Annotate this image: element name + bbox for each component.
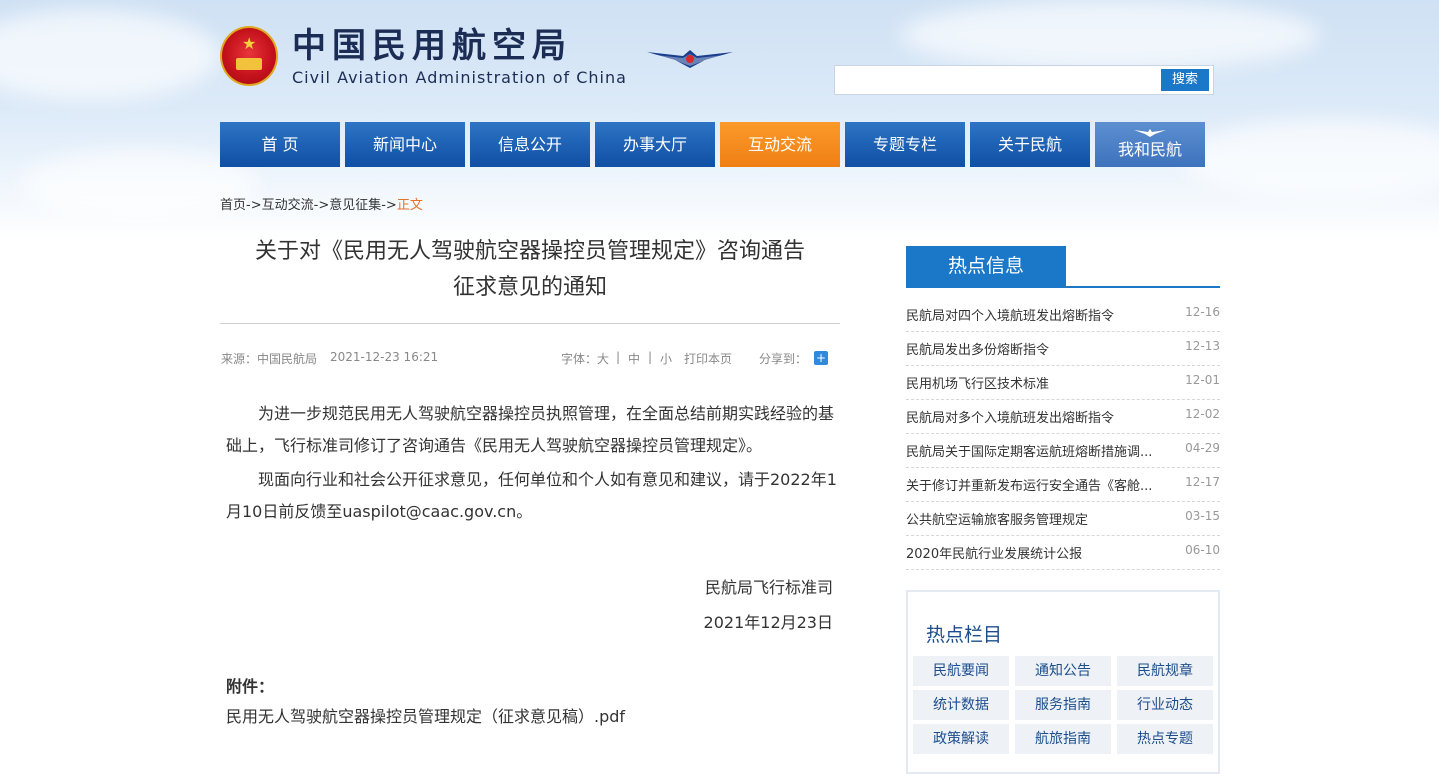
hot-info-item[interactable]: 民用机场飞行区技术标准 12-01 xyxy=(906,366,1220,400)
article-paragraph-2: 现面向行业和社会公开征求意见，任何单位和个人如有意见和建议，请于2022年1月1… xyxy=(226,470,837,521)
meta-divider: | xyxy=(648,350,653,364)
signature-date: 2021年12月23日 xyxy=(703,613,833,632)
hot-info-item-title[interactable]: 民航局对多个入境航班发出熔断指令 xyxy=(906,407,1171,426)
column-link[interactable]: 政策解读 xyxy=(913,724,1009,754)
logo-english[interactable]: Civil Aviation Administration of China xyxy=(292,68,627,87)
hot-info-item[interactable]: 公共航空运输旅客服务管理规定 03-15 xyxy=(906,502,1220,536)
hot-info-item-date: 12-13 xyxy=(1185,339,1220,353)
caac-wings-icon xyxy=(647,50,733,68)
hot-info-item[interactable]: 民航局对四个入境航班发出熔断指令 12-16 xyxy=(906,298,1220,332)
font-small-button[interactable]: 小 xyxy=(660,350,672,367)
hot-info-item-title[interactable]: 民用机场飞行区技术标准 xyxy=(906,373,1171,392)
nav-home[interactable]: 首 页 xyxy=(220,122,340,167)
breadcrumb-interaction[interactable]: 互动交流 xyxy=(262,198,314,213)
print-button[interactable]: 打印本页 xyxy=(684,350,732,367)
column-link[interactable]: 热点专题 xyxy=(1117,724,1213,754)
search-input[interactable] xyxy=(839,69,1153,93)
article-title-line2: 征求意见的通知 xyxy=(452,275,607,300)
hot-columns-title: 热点栏目 xyxy=(926,624,1003,646)
nav-special-topics[interactable]: 专题专栏 xyxy=(845,122,965,167)
search-button[interactable]: 搜索 xyxy=(1161,69,1209,91)
breadcrumb-current: 正文 xyxy=(396,198,423,213)
signature-department: 民航局飞行标准司 xyxy=(704,578,833,597)
wings-mini-icon xyxy=(1134,129,1166,137)
breadcrumb-sep: -> xyxy=(381,198,397,213)
column-link[interactable]: 航旅指南 xyxy=(1015,724,1111,754)
hot-info-title: 热点信息 xyxy=(906,246,1066,286)
column-link[interactable]: 通知公告 xyxy=(1015,656,1111,686)
hot-info-item-title[interactable]: 公共航空运输旅客服务管理规定 xyxy=(906,509,1171,528)
nav-me-and-caac[interactable]: 我和民航 xyxy=(1095,122,1205,167)
article-title: 关于对《民用无人驾驶航空器操控员管理规定》咨询通告 征求意见的通知 xyxy=(220,234,840,306)
hot-info-item-date: 04-29 xyxy=(1185,441,1220,455)
attachment-link[interactable]: 民用无人驾驶航空器操控员管理规定（征求意见稿）.pdf xyxy=(226,703,625,727)
nav-news-center[interactable]: 新闻中心 xyxy=(345,122,465,167)
hot-info-item[interactable]: 民航局关于国际定期客运航班熔断措施调... 04-29 xyxy=(906,434,1220,468)
hot-info-item-title[interactable]: 关于修订并重新发布运行安全通告《客舱... xyxy=(906,475,1171,494)
breadcrumb-home[interactable]: 首页 xyxy=(220,198,246,213)
share-plus-icon[interactable]: + xyxy=(814,351,828,365)
hot-info-item-date: 12-02 xyxy=(1185,407,1220,421)
hot-info-item[interactable]: 民航局对多个入境航班发出熔断指令 12-02 xyxy=(906,400,1220,434)
breadcrumb-sep: -> xyxy=(246,198,262,213)
nav-service-hall[interactable]: 办事大厅 xyxy=(595,122,715,167)
article-title-line1: 关于对《民用无人驾驶航空器操控员管理规定》咨询通告 xyxy=(254,239,805,264)
breadcrumb-sep: -> xyxy=(313,198,330,213)
column-link[interactable]: 服务指南 xyxy=(1015,690,1111,720)
article-source: 来源：中国民航局 xyxy=(221,352,318,366)
article-paragraph-1: 为进一步规范民用无人驾驶航空器操控员执照管理，在全面总结前期实践经验的基础上，飞… xyxy=(226,404,835,455)
hot-columns-box: 热点栏目 民航要闻 通知公告 民航规章 统计数据 服务指南 行业动态 政策解读 … xyxy=(906,590,1220,774)
hot-info-item-title[interactable]: 民航局关于国际定期客运航班熔断措施调... xyxy=(906,441,1171,460)
hot-info-list: 民航局对四个入境航班发出熔断指令 12-16 民航局发出多份熔断指令 12-13 民… xyxy=(906,298,1220,570)
column-link[interactable]: 统计数据 xyxy=(913,690,1009,720)
share-label: 分享到： xyxy=(759,352,808,366)
title-divider xyxy=(220,323,840,324)
hot-info-item[interactable]: 2020年民航行业发展统计公报 06-10 xyxy=(906,536,1220,570)
hot-info-item-title[interactable]: 民航局发出多份熔断指令 xyxy=(906,339,1171,358)
meta-divider: | xyxy=(616,350,621,364)
hot-info-underline xyxy=(906,286,1220,288)
nav-me-and-caac-label: 我和民航 xyxy=(1117,140,1182,159)
main-nav: 首 页 新闻中心 信息公开 办事大厅 互动交流 专题专栏 关于民航 我和民航 xyxy=(220,122,1205,167)
search-box: 搜索 xyxy=(834,65,1214,95)
hot-info-item-date: 12-17 xyxy=(1185,475,1220,489)
logo-chinese[interactable]: 中国民用航空局 xyxy=(292,26,572,66)
nav-info-disclosure[interactable]: 信息公开 xyxy=(470,122,590,167)
hot-info-item-date: 12-16 xyxy=(1185,305,1220,319)
breadcrumb: 首页->互动交流->意见征集->正文 xyxy=(220,194,423,213)
nav-about[interactable]: 关于民航 xyxy=(970,122,1090,167)
national-emblem-icon: ★ xyxy=(220,26,278,86)
hot-info-item-title[interactable]: 2020年民航行业发展统计公报 xyxy=(906,543,1171,562)
article-date: 2021-12-23 16:21 xyxy=(330,350,439,364)
font-large-button[interactable]: 大 xyxy=(597,350,609,367)
hot-info-item-date: 03-15 xyxy=(1185,509,1220,523)
attachment-heading: 附件： xyxy=(226,677,275,696)
font-medium-button[interactable]: 中 xyxy=(628,350,640,367)
column-link[interactable]: 民航要闻 xyxy=(913,656,1009,686)
hot-info-item-title[interactable]: 民航局对四个入境航班发出熔断指令 xyxy=(906,305,1171,324)
breadcrumb-opinion[interactable]: 意见征集 xyxy=(329,198,381,213)
column-link[interactable]: 民航规章 xyxy=(1117,656,1213,686)
hot-info-item[interactable]: 关于修订并重新发布运行安全通告《客舱... 12-17 xyxy=(906,468,1220,502)
hot-info-item-date: 06-10 xyxy=(1185,543,1220,557)
hot-info-item-date: 12-01 xyxy=(1185,373,1220,387)
hot-info-item[interactable]: 民航局发出多份熔断指令 12-13 xyxy=(906,332,1220,366)
nav-interaction[interactable]: 互动交流 xyxy=(720,122,840,167)
column-link[interactable]: 行业动态 xyxy=(1117,690,1213,720)
font-size-label: 字体： xyxy=(561,352,598,366)
